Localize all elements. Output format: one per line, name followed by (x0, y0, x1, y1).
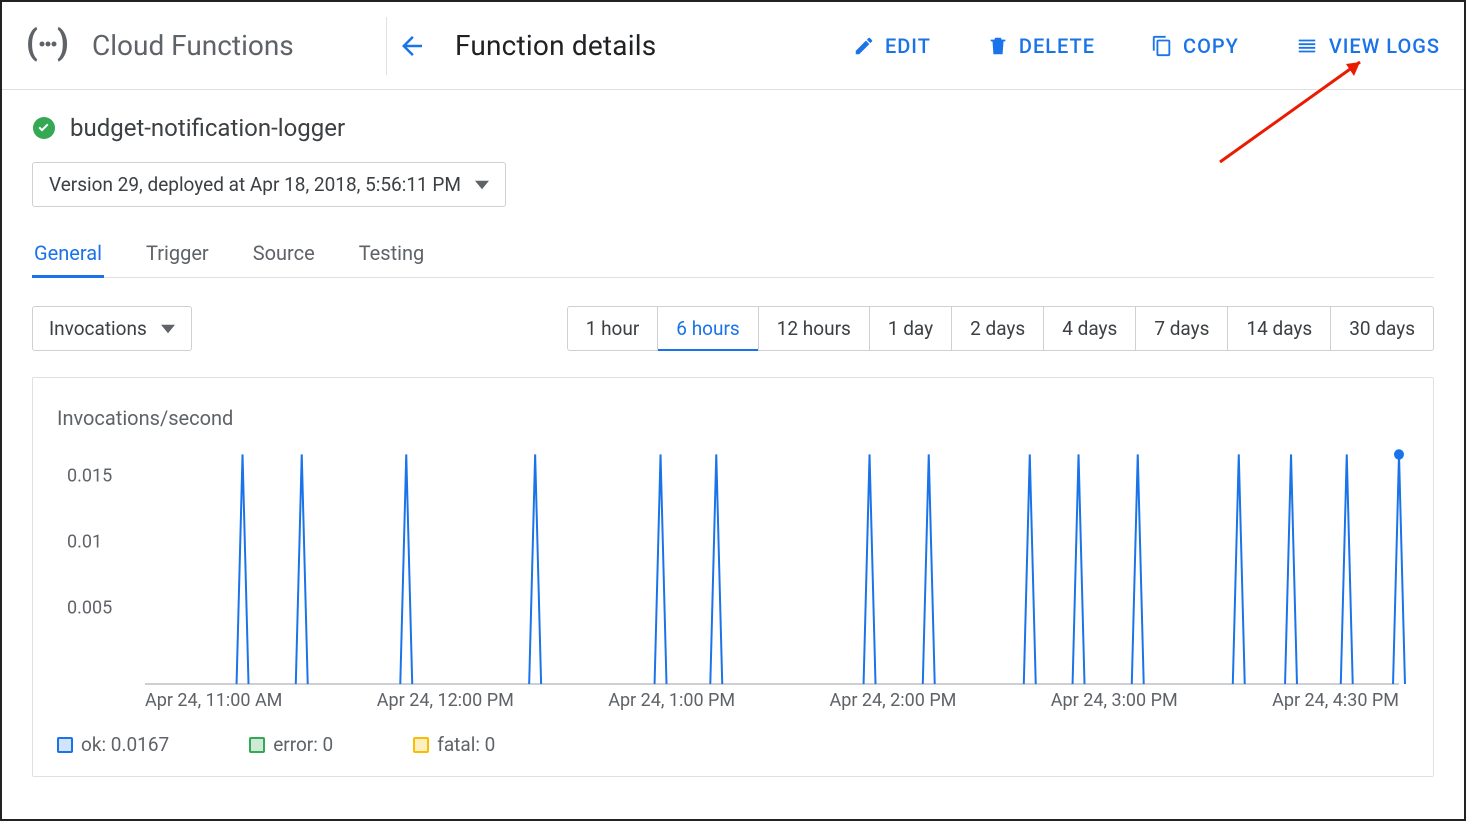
view-logs-label: VIEW LOGS (1329, 34, 1440, 58)
function-heading: budget-notification-logger (32, 114, 1434, 142)
chart-card: Invocations/second 0.0050.010.015 Apr 24… (32, 377, 1434, 777)
page-title: Function details (455, 29, 656, 62)
x-tick: Apr 24, 1:00 PM (608, 690, 735, 711)
copy-icon (1151, 35, 1173, 57)
chevron-down-icon (475, 178, 489, 192)
delete-button[interactable]: DELETE (987, 34, 1095, 58)
tab-trigger[interactable]: Trigger (144, 231, 211, 277)
y-tick: 0.01 (67, 532, 102, 553)
chart-plot-area: 0.0050.010.015 (145, 444, 1399, 684)
svg-text:): ) (57, 24, 69, 63)
status-ok-icon (32, 116, 56, 140)
range-4-days[interactable]: 4 days (1044, 306, 1136, 351)
x-tick: Apr 24, 12:00 PM (377, 690, 514, 711)
y-tick: 0.005 (67, 598, 112, 619)
x-tick: Apr 24, 11:00 AM (145, 690, 282, 711)
range-1-day[interactable]: 1 day (870, 306, 952, 351)
chevron-down-icon (161, 322, 175, 336)
legend-error: error: 0 (249, 733, 333, 756)
product-area: ( ) Cloud Functions (26, 24, 386, 68)
sub-header: budget-notification-logger Version 29, d… (2, 90, 1464, 278)
product-icon: ( ) (26, 24, 70, 68)
tab-general[interactable]: General (32, 231, 104, 277)
chart-legend: ok: 0.0167 error: 0 fatal: 0 (57, 733, 1409, 756)
tab-testing[interactable]: Testing (357, 231, 427, 277)
range-2-days[interactable]: 2 days (952, 306, 1044, 351)
delete-label: DELETE (1019, 34, 1095, 58)
range-1-hour[interactable]: 1 hour (567, 306, 659, 351)
function-name: budget-notification-logger (70, 114, 345, 142)
range-30-days[interactable]: 30 days (1331, 306, 1434, 351)
time-range-picker: 1 hour6 hours12 hours1 day2 days4 days7 … (567, 306, 1434, 351)
x-tick: Apr 24, 2:00 PM (830, 690, 957, 711)
version-label: Version 29, deployed at Apr 18, 2018, 5:… (49, 173, 461, 196)
title-area: Function details (397, 29, 656, 62)
range-12-hours[interactable]: 12 hours (759, 306, 870, 351)
chart-title: Invocations/second (57, 406, 1409, 430)
metric-select[interactable]: Invocations (32, 306, 192, 351)
metric-label: Invocations (49, 317, 147, 340)
tab-source[interactable]: Source (251, 231, 317, 277)
edit-button[interactable]: EDIT (853, 34, 931, 58)
x-tick: Apr 24, 4:30 PM (1272, 690, 1399, 711)
legend-fatal: fatal: 0 (413, 733, 495, 756)
separator (386, 17, 387, 75)
pencil-icon (853, 35, 875, 57)
action-bar: EDIT DELETE COPY VIEW LOGS (853, 34, 1440, 58)
range-7-days[interactable]: 7 days (1136, 306, 1228, 351)
legend-ok: ok: 0.0167 (57, 733, 169, 756)
copy-label: COPY (1183, 34, 1239, 58)
view-logs-button[interactable]: VIEW LOGS (1295, 34, 1440, 58)
back-button[interactable] (397, 31, 427, 61)
product-name[interactable]: Cloud Functions (92, 29, 294, 62)
chart-x-axis: Apr 24, 11:00 AM Apr 24, 12:00 PM Apr 24, … (145, 690, 1399, 711)
top-toolbar: ( ) Cloud Functions Function details EDI… (2, 2, 1464, 90)
logs-icon (1295, 35, 1319, 57)
range-6-hours[interactable]: 6 hours (658, 306, 758, 351)
arrow-left-icon (397, 31, 427, 61)
x-tick: Apr 24, 3:00 PM (1051, 690, 1178, 711)
version-select[interactable]: Version 29, deployed at Apr 18, 2018, 5:… (32, 162, 506, 207)
svg-text:(: ( (26, 24, 38, 63)
controls-row: Invocations 1 hour6 hours12 hours1 day2 … (2, 278, 1464, 367)
range-14-days[interactable]: 14 days (1228, 306, 1331, 351)
copy-button[interactable]: COPY (1151, 34, 1239, 58)
y-tick: 0.015 (67, 466, 112, 487)
tab-bar: General Trigger Source Testing (32, 231, 1434, 278)
trash-icon (987, 35, 1009, 57)
edit-label: EDIT (885, 34, 931, 58)
